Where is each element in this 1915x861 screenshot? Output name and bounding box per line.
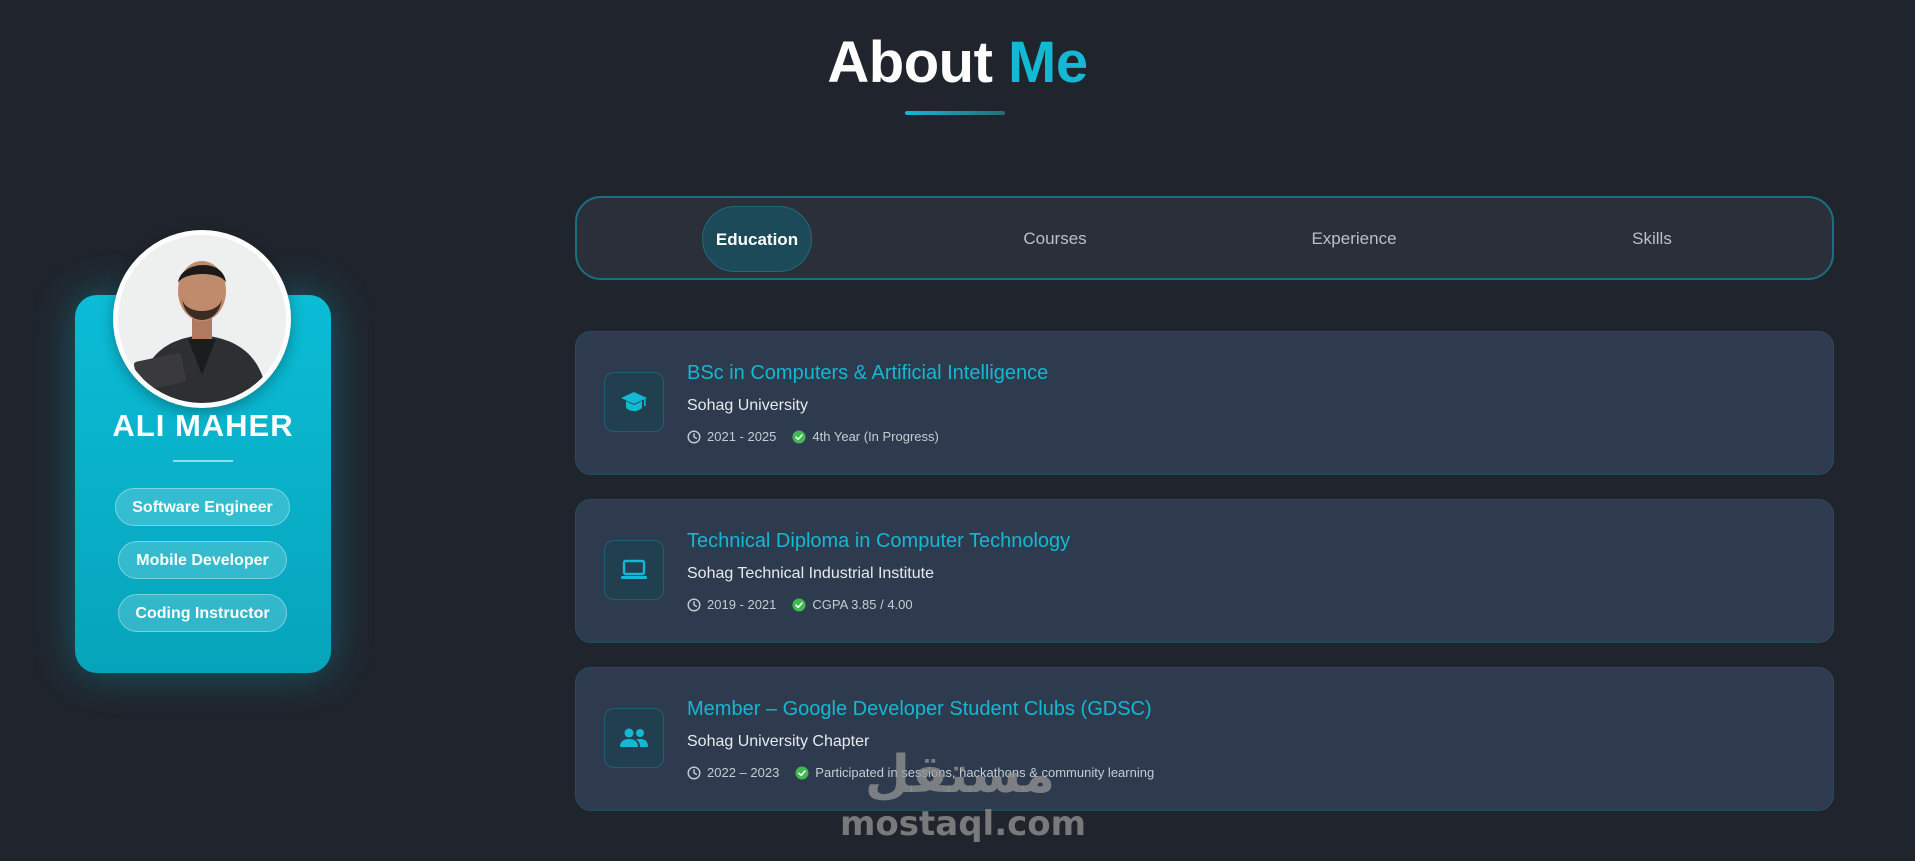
education-card: Technical Diploma in Computer Technology… (575, 499, 1834, 643)
education-institution: Sohag University Chapter (687, 733, 870, 750)
laptop-icon (604, 540, 664, 600)
meta-status: 4th Year (In Progress) (792, 429, 939, 444)
education-meta: 2022 – 2023 Participated in sessions, ha… (687, 765, 1170, 780)
meta-period-text: 2021 - 2025 (707, 429, 777, 444)
meta-status: CGPA 3.85 / 4.00 (792, 597, 913, 612)
education-meta: 2019 - 2021 CGPA 3.85 / 4.00 (687, 597, 929, 612)
education-title: Member – Google Developer Student Clubs … (687, 698, 1152, 720)
avatar-portrait-icon (118, 235, 286, 403)
profile-divider (173, 460, 233, 462)
tab-education[interactable]: Education (702, 206, 812, 272)
section-title-main: About (827, 30, 993, 95)
section-title-accent: Me (1008, 30, 1088, 95)
meta-period: 2019 - 2021 (687, 597, 776, 612)
check-circle-icon (792, 430, 806, 443)
clock-icon (687, 597, 701, 612)
title-underline (905, 111, 1005, 115)
meta-period-text: 2022 – 2023 (707, 765, 780, 780)
role-pill-coding-instructor: Coding Instructor (118, 594, 287, 632)
education-title: Technical Diploma in Computer Technology (687, 530, 1071, 552)
education-institution: Sohag University (687, 397, 808, 414)
meta-period-text: 2019 - 2021 (707, 597, 777, 612)
tab-courses[interactable]: Courses (1005, 206, 1105, 272)
meta-period: 2021 - 2025 (687, 429, 776, 444)
avatar (113, 230, 291, 408)
meta-period: 2022 – 2023 (687, 765, 779, 780)
education-meta: 2021 - 2025 4th Year (In Progress) (687, 429, 955, 444)
tab-skills[interactable]: Skills (1610, 206, 1694, 272)
role-pill-software-engineer: Software Engineer (115, 488, 290, 526)
meta-status-text: 4th Year (In Progress) (812, 429, 939, 444)
check-circle-icon (792, 598, 806, 611)
graduation-cap-icon (604, 372, 664, 432)
meta-status-text: Participated in sessions, hackathons & c… (815, 765, 1155, 780)
meta-status-text: CGPA 3.85 / 4.00 (812, 597, 913, 612)
education-card: BSc in Computers & Artificial Intelligen… (575, 331, 1834, 475)
education-card: Member – Google Developer Student Clubs … (575, 667, 1834, 811)
education-title: BSc in Computers & Artificial Intelligen… (687, 362, 1049, 384)
clock-icon (687, 765, 701, 780)
role-pill-mobile-developer: Mobile Developer (118, 541, 287, 579)
people-icon (604, 708, 664, 768)
education-institution: Sohag Technical Industrial Institute (687, 565, 934, 582)
check-circle-icon (795, 766, 809, 779)
profile-name: ALI MAHER (112, 408, 294, 443)
clock-icon (687, 429, 701, 444)
meta-status: Participated in sessions, hackathons & c… (795, 765, 1154, 780)
section-title: About Me (0, 28, 1915, 98)
tab-experience[interactable]: Experience (1300, 206, 1408, 272)
